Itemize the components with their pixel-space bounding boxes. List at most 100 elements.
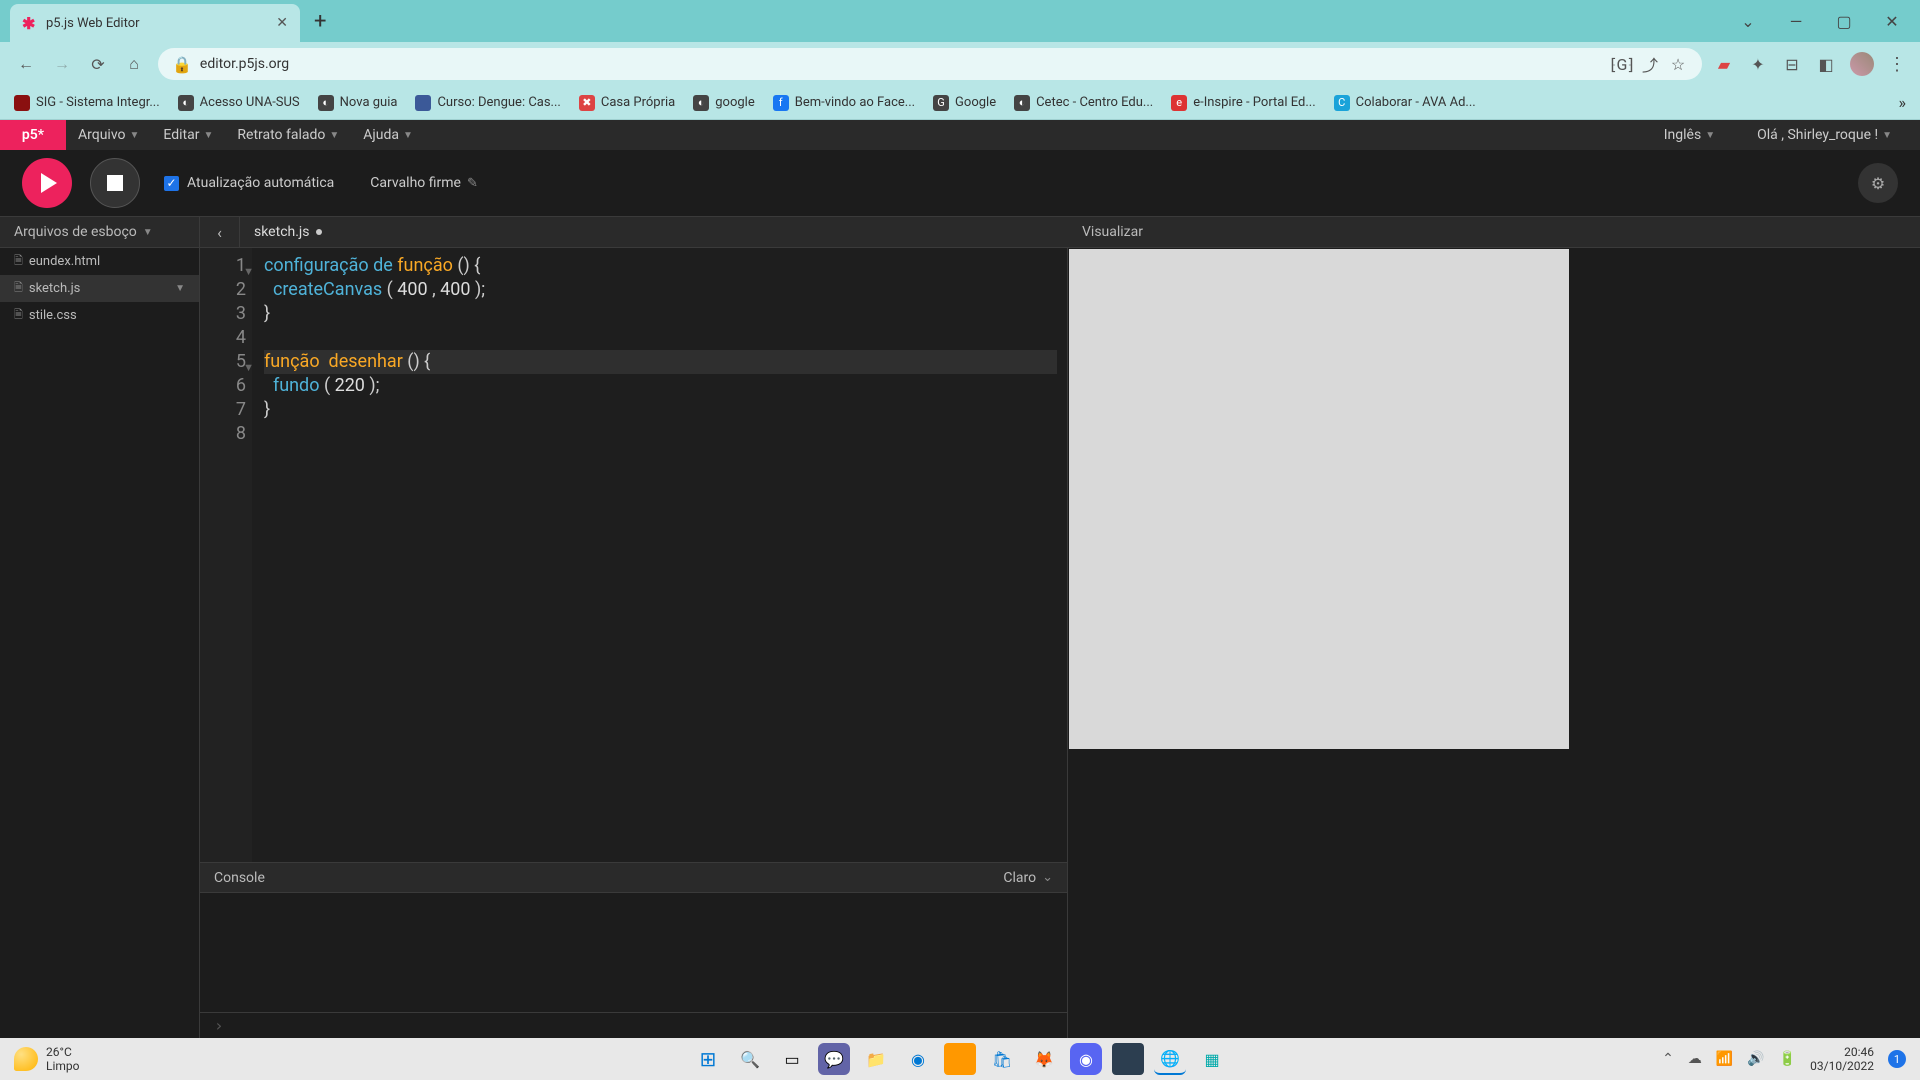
wifi-icon[interactable]: 📶 (1716, 1051, 1733, 1067)
bookmark-favicon-icon (415, 95, 431, 111)
bookmark-star-icon[interactable]: ☆ (1668, 54, 1688, 74)
close-window-button[interactable]: ✕ (1868, 2, 1916, 40)
volume-icon[interactable]: 🔊 (1747, 1051, 1764, 1067)
chrome-icon[interactable]: 🌐 (1154, 1043, 1186, 1075)
bookmark-label: Curso: Dengue: Cas... (437, 95, 560, 110)
play-icon (41, 173, 57, 193)
code-content[interactable]: configuração de função () { createCanvas… (252, 248, 1067, 862)
bookmark-item[interactable]: CColaborar - AVA Ad... (1334, 95, 1476, 111)
settings-button[interactable]: ⚙ (1858, 163, 1898, 203)
translate-icon[interactable]: ⁅G⁆ (1612, 54, 1632, 74)
menu-ajuda[interactable]: Ajuda▼ (351, 120, 425, 150)
bookmark-item[interactable]: Curso: Dengue: Cas... (415, 95, 560, 111)
profile-avatar[interactable] (1850, 52, 1874, 76)
sublime-icon[interactable] (944, 1043, 976, 1075)
edge-icon[interactable]: ◉ (902, 1043, 934, 1075)
dropdown-icon[interactable]: ⌄ (1724, 2, 1772, 40)
stop-icon (107, 175, 123, 191)
bookmark-item[interactable]: ◐Cetec - Centro Edu... (1014, 95, 1153, 111)
bookmark-label: e-Inspire - Portal Ed... (1193, 95, 1315, 110)
bookmark-item[interactable]: GGoogle (933, 95, 996, 111)
home-button[interactable]: ⌂ (122, 52, 146, 76)
search-icon[interactable]: 🔍 (734, 1043, 766, 1075)
store-icon[interactable]: 🛍 (986, 1043, 1018, 1075)
weather-widget[interactable]: 26°CLimpo (14, 1045, 80, 1074)
sub-bar: Arquivos de esboço▼ ‹ sketch.js Visualiz… (0, 216, 1920, 248)
collapse-sidebar-button[interactable]: ‹ (200, 217, 240, 247)
menu-editar[interactable]: Editar▼ (151, 120, 225, 150)
bookmark-favicon-icon: G (933, 95, 949, 111)
file-item[interactable]: 🗎sketch.js▼ (0, 275, 199, 302)
bookmark-favicon-icon: f (773, 95, 789, 111)
console-label: Console (214, 870, 265, 886)
back-button[interactable]: ← (14, 52, 38, 76)
app-icon[interactable] (1112, 1043, 1144, 1075)
menu-retrato-falado[interactable]: Retrato falado▼ (225, 120, 351, 150)
chevron-down-icon: ⌄ (1042, 870, 1053, 885)
task-view-icon[interactable]: ▭ (776, 1043, 808, 1075)
pocket-icon[interactable]: ▰ (1714, 54, 1734, 74)
reading-list-icon[interactable]: ⊟ (1782, 54, 1802, 74)
play-button[interactable] (22, 158, 72, 208)
pencil-icon[interactable]: ✎ (467, 176, 478, 191)
forward-button[interactable]: → (50, 52, 74, 76)
firefox-icon[interactable]: 🦊 (1028, 1043, 1060, 1075)
weather-temp: 26°C (46, 1045, 80, 1059)
notification-badge[interactable]: 1 (1888, 1050, 1906, 1068)
side-panel-icon[interactable]: ◧ (1816, 54, 1836, 74)
chrome-menu-icon[interactable]: ⋮ (1888, 54, 1906, 75)
bookmark-item[interactable]: ◐google (693, 95, 754, 111)
p5-favicon-icon: ✱ (22, 15, 38, 31)
clock[interactable]: 20:4603/10/2022 (1810, 1045, 1874, 1074)
onedrive-icon[interactable]: ☁ (1688, 1051, 1702, 1067)
tray-chevron-icon[interactable]: ⌃ (1662, 1051, 1674, 1067)
start-button[interactable]: ⊞ (692, 1043, 724, 1075)
bookmark-favicon-icon: C (1334, 95, 1350, 111)
chevron-down-icon: ▼ (1882, 130, 1892, 141)
sketch-name[interactable]: Carvalho firme ✎ (370, 175, 478, 191)
discord-icon[interactable]: ◉ (1070, 1043, 1102, 1075)
browser-tab[interactable]: ✱ p5.js Web Editor ✕ (10, 4, 300, 42)
bookmarks-overflow-icon[interactable]: » (1899, 93, 1907, 112)
share-icon[interactable]: ⤴ (1640, 54, 1660, 74)
extensions-icon[interactable]: ✦ (1748, 54, 1768, 74)
bookmark-label: Bem-vindo ao Face... (795, 95, 915, 110)
console-input[interactable]: › (200, 1012, 1067, 1038)
console-theme-label[interactable]: Claro (1003, 870, 1036, 886)
bookmark-item[interactable]: ✖Casa Própria (579, 95, 675, 111)
bookmark-item[interactable]: f Bem-vindo ao Face... (773, 95, 915, 111)
bookmark-item[interactable]: SIG - Sistema Integr... (14, 95, 160, 111)
sketch-files-toggle[interactable]: Arquivos de esboço▼ (0, 217, 200, 247)
chevron-down-icon: ▼ (403, 130, 413, 141)
app-icon-2[interactable]: ▦ (1196, 1043, 1228, 1075)
chat-icon[interactable]: 💬 (818, 1043, 850, 1075)
console-header[interactable]: Console Claro ⌄ (200, 862, 1067, 892)
stop-button[interactable] (90, 158, 140, 208)
minimize-button[interactable]: ― (1772, 2, 1820, 40)
bookmark-item[interactable]: ◐Nova guia (318, 95, 398, 111)
url-box[interactable]: 🔒 editor.p5js.org ⁅G⁆ ⤴ ☆ (158, 48, 1702, 80)
explorer-icon[interactable]: 📁 (860, 1043, 892, 1075)
file-tab[interactable]: sketch.js (240, 217, 336, 247)
language-selector[interactable]: Inglês▼ (1652, 127, 1727, 143)
checkbox-checked-icon[interactable]: ✓ (164, 176, 179, 191)
maximize-button[interactable]: ▢ (1820, 2, 1868, 40)
bookmark-label: Acesso UNA-SUS (200, 95, 300, 110)
file-name: sketch.js (29, 281, 81, 296)
bookmark-favicon-icon: ◐ (178, 95, 194, 111)
reload-button[interactable]: ⟳ (86, 52, 110, 76)
menu-arquivo[interactable]: Arquivo▼ (66, 120, 151, 150)
new-tab-button[interactable]: + (314, 9, 326, 34)
file-item[interactable]: 🗎stile.css (0, 302, 199, 329)
p5-logo[interactable]: p5* (0, 120, 66, 150)
code-editor[interactable]: 1▼ 234 5▼ 678 configuração de função () … (200, 248, 1067, 862)
p5-menubar: p5* Arquivo▼ Editar▼ Retrato falado▼ Aju… (0, 120, 1920, 150)
user-greeting[interactable]: Olá , Shirley_roque !▼ (1745, 127, 1904, 143)
file-item[interactable]: 🗎eundex.html (0, 248, 199, 275)
chevron-down-icon[interactable]: ▼ (175, 283, 185, 294)
auto-refresh-toggle[interactable]: ✓ Atualização automática (164, 175, 334, 191)
bookmark-item[interactable]: ee-Inspire - Portal Ed... (1171, 95, 1315, 111)
tab-close-icon[interactable]: ✕ (276, 15, 288, 31)
battery-icon[interactable]: 🔋 (1779, 1051, 1796, 1067)
bookmark-item[interactable]: ◐ Acesso UNA-SUS (178, 95, 300, 111)
